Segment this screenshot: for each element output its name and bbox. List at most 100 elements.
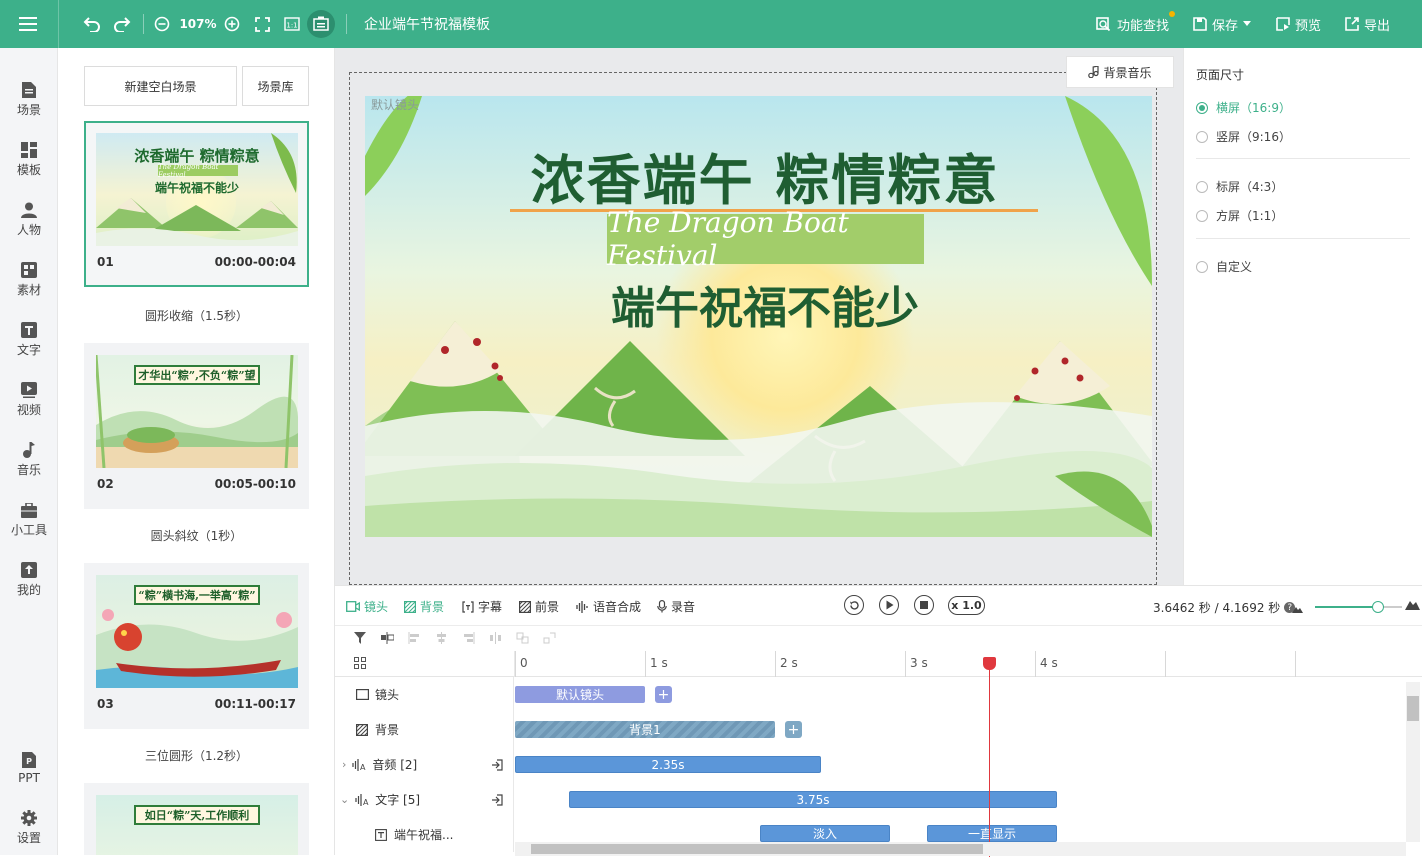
speed-button[interactable]: x 1.0 — [948, 596, 985, 615]
import-icon[interactable] — [491, 793, 503, 806]
ruler-tick-line — [1295, 651, 1296, 677]
scene-card-1[interactable]: 浓香端午 粽情粽意 The Dragon Boat Festival 端午祝福不… — [84, 121, 309, 287]
scene-thumbnail: “粽”横书海,一举高“粽” — [96, 575, 298, 688]
nav-item-toolbox[interactable]: 小工具 — [0, 492, 58, 548]
scene-thumbnail: 如日“粽”天,工作顺利 — [96, 795, 298, 855]
scene-icon — [21, 82, 37, 98]
align-center-icon — [437, 632, 446, 644]
playhead-line — [989, 667, 990, 857]
clip-audio[interactable]: 2.35s — [515, 756, 821, 773]
replay-button[interactable] — [844, 595, 864, 615]
tab-tts[interactable]: 语音合成 — [576, 598, 641, 615]
scene-card-4[interactable]: 如日“粽”天,工作顺利 — [84, 783, 309, 855]
scene-preview[interactable]: 浓香端午 粽情粽意 The Dragon Boat Festival 端午祝福不… — [365, 96, 1152, 537]
play-button[interactable] — [879, 595, 899, 615]
page-size-option-square[interactable]: 方屏（1:1） — [1196, 207, 1283, 224]
nav-item-person[interactable]: 人物 — [0, 192, 58, 248]
zoom-out-mountain-icon[interactable] — [1292, 602, 1303, 616]
radio-selected[interactable] — [1196, 101, 1208, 114]
chevron-down-icon[interactable]: ⌄ — [340, 793, 349, 806]
radio[interactable] — [1196, 260, 1208, 273]
transition-label[interactable]: 三位圆形（1.2秒） — [84, 747, 309, 764]
fullscreen-icon[interactable] — [253, 15, 271, 33]
timeline-ruler[interactable]: 0 1 s 2 s 3 s 4 s — [335, 651, 1422, 677]
zoom-in-icon[interactable] — [223, 15, 241, 33]
notification-dot — [1169, 11, 1176, 17]
track-grid-icon[interactable] — [354, 657, 366, 672]
background-music-button[interactable]: 背景音乐 — [1066, 56, 1174, 88]
ruler-tick-line — [515, 651, 516, 677]
page-size-option-landscape[interactable]: 横屏（16:9） — [1196, 99, 1291, 116]
radio[interactable] — [1196, 180, 1208, 193]
document-title[interactable]: 企业端午节祝福模板 — [364, 14, 490, 34]
tab-label: 字幕 — [478, 600, 503, 614]
filter-icon[interactable] — [354, 632, 367, 644]
save-button[interactable]: 保存 — [1193, 14, 1252, 34]
nav-item-settings[interactable]: 设置 — [0, 800, 58, 856]
zoom-slider-track[interactable] — [1315, 606, 1375, 608]
add-background-button[interactable]: + — [785, 721, 802, 738]
tab-record[interactable]: 录音 — [657, 598, 695, 615]
page-size-option-portrait[interactable]: 竖屏（9:16） — [1196, 128, 1291, 145]
zoom-slider-knob[interactable] — [1371, 601, 1384, 613]
clip-fade-in[interactable]: 淡入 — [760, 825, 890, 842]
hscroll-thumb[interactable] — [531, 844, 983, 854]
split-icon[interactable] — [381, 632, 394, 644]
stop-button[interactable] — [914, 595, 934, 615]
nav-item-video[interactable]: 视频 — [0, 372, 58, 428]
page-size-option-custom[interactable]: 自定义 — [1196, 258, 1252, 275]
tab-foreground[interactable]: 前景 — [519, 598, 559, 615]
menu-icon[interactable] — [18, 14, 38, 34]
tab-background[interactable]: 背景 — [404, 598, 444, 615]
transition-label[interactable]: 圆形收缩（1.5秒） — [84, 307, 309, 324]
scene-time: 00:11-00:17 — [214, 697, 296, 711]
playhead[interactable] — [983, 657, 996, 857]
scene-script-title[interactable]: The Dragon Boat Festival — [607, 206, 924, 272]
nav-item-mine[interactable]: 我的 — [0, 552, 58, 608]
scene-card-2[interactable]: 才华出“粽”,不负“粽”望 02 00:05-00:10 — [84, 343, 309, 509]
actual-size-icon[interactable]: 1:1 — [283, 15, 301, 33]
divider — [1196, 158, 1410, 159]
hatch-icon — [404, 600, 416, 613]
nav-item-scene[interactable]: 场景 — [0, 72, 58, 128]
nav-item-text[interactable]: 文字 — [0, 312, 58, 368]
scene-title[interactable]: 浓香端午 粽情粽意 — [365, 136, 1152, 215]
background-music-label: 背景音乐 — [1103, 65, 1152, 80]
zoom-out-icon[interactable] — [153, 15, 171, 33]
tab-label: 背景 — [420, 600, 445, 614]
vscroll-thumb[interactable] — [1407, 696, 1419, 721]
nav-item-ppt[interactable]: P PPT — [0, 740, 58, 796]
undo-icon[interactable] — [82, 14, 102, 34]
feature-search-button[interactable]: 功能查找 — [1096, 11, 1176, 34]
scene-library-button[interactable]: 场景库 — [242, 66, 309, 106]
transition-label[interactable]: 圆头斜纹（1秒） — [84, 527, 309, 544]
page-size-option-standard[interactable]: 标屏（4:3） — [1196, 178, 1283, 195]
radio[interactable] — [1196, 130, 1208, 143]
import-icon[interactable] — [491, 758, 503, 771]
radio[interactable] — [1196, 209, 1208, 222]
timeline-hscroll[interactable] — [515, 842, 1406, 856]
chevron-right-icon[interactable]: › — [342, 758, 346, 771]
zoom-in-mountain-icon[interactable] — [1405, 599, 1420, 613]
redo-icon[interactable] — [112, 14, 132, 34]
clip-background-1[interactable]: 背景1 — [515, 721, 775, 738]
nav-item-music[interactable]: 音乐 — [0, 432, 58, 488]
scene-number: 03 — [97, 697, 114, 711]
timeline-vscroll[interactable] — [1406, 682, 1420, 842]
export-button[interactable]: 导出 — [1345, 14, 1390, 34]
add-lens-button[interactable]: + — [655, 686, 672, 703]
subtitle-mode-icon[interactable] — [307, 10, 335, 38]
clip-default-lens[interactable]: 默认镜头 — [515, 686, 645, 703]
tab-subtitle[interactable]: 字幕 — [462, 598, 502, 615]
nav-item-template[interactable]: 模板 — [0, 132, 58, 188]
tab-lens[interactable]: 镜头 — [346, 598, 388, 615]
track-audio: › A 音频 [2] 2.35s — [335, 747, 1422, 782]
new-blank-scene-button[interactable]: 新建空白场景 — [84, 66, 237, 106]
scene-time: 00:05-00:10 — [214, 477, 296, 491]
divider — [346, 14, 347, 34]
nav-item-material[interactable]: 素材 — [0, 252, 58, 308]
toolbox-icon — [21, 502, 37, 518]
scene-card-3[interactable]: “粽”横书海,一举高“粽” 03 00:11-00:17 — [84, 563, 309, 729]
preview-button[interactable]: 预览 — [1276, 14, 1321, 34]
scene-subtitle[interactable]: 端午祝福不能少 — [365, 272, 1152, 336]
